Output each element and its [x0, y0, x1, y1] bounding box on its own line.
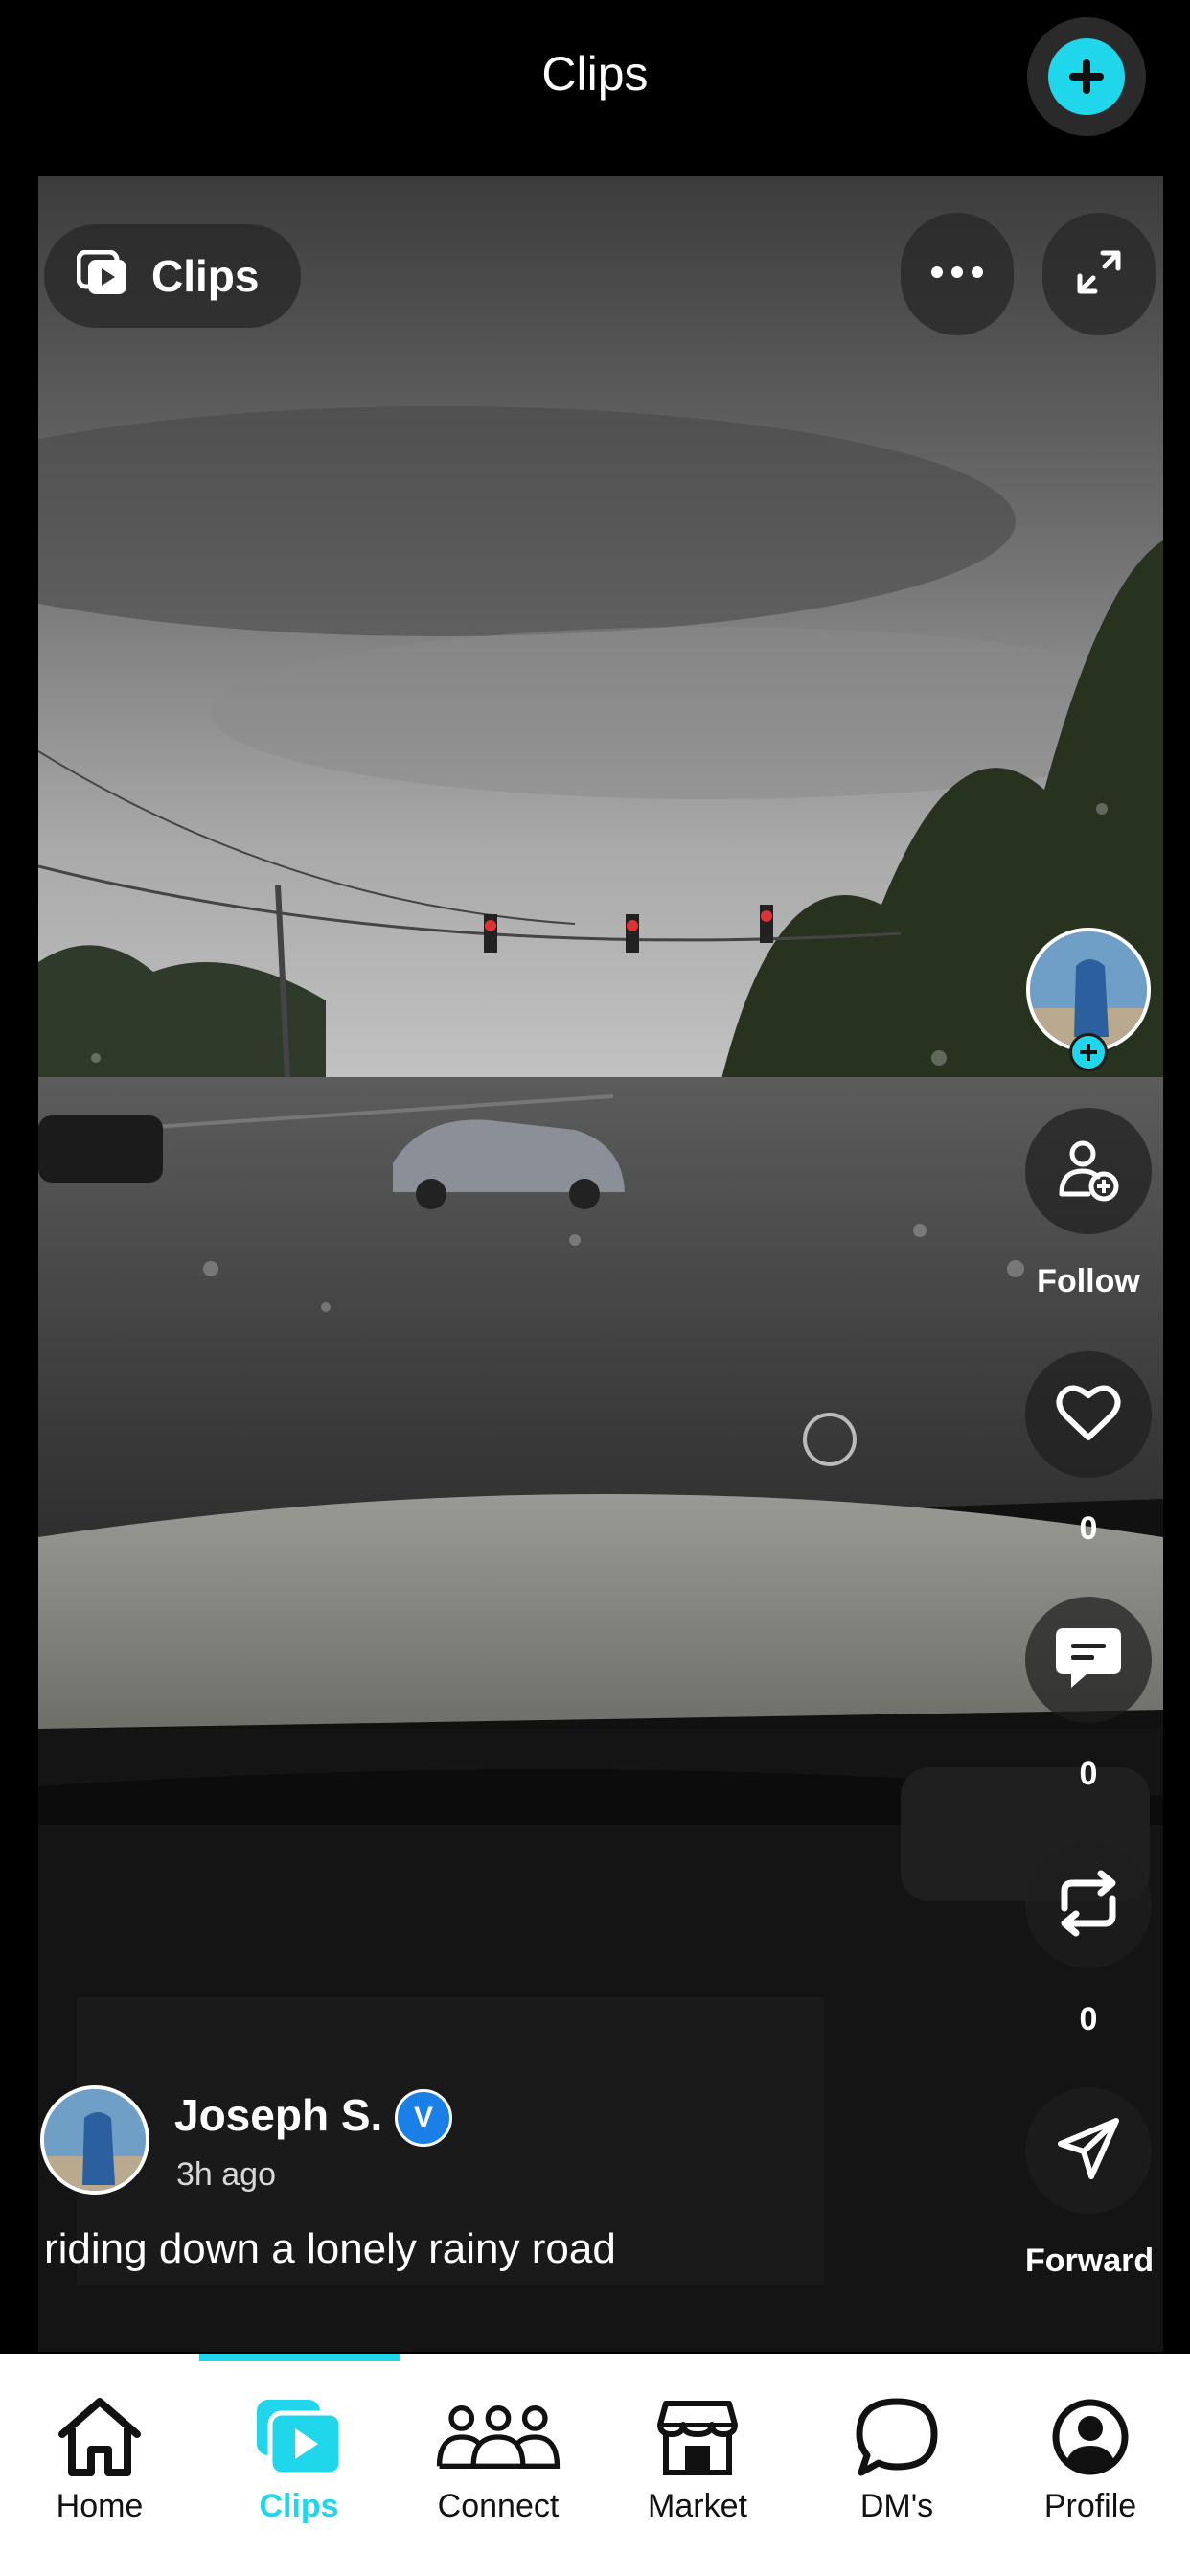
- comment-icon: [1054, 1624, 1123, 1696]
- page-title: Clips: [541, 47, 649, 101]
- follow-label: Follow: [1037, 1263, 1140, 1300]
- post-time: 3h ago: [176, 2156, 276, 2193]
- follow-plus-icon[interactable]: [1069, 1033, 1108, 1071]
- forward-label: Forward: [1025, 2242, 1155, 2279]
- nav-dms[interactable]: DM's: [797, 2392, 996, 2536]
- add-user-icon: [1054, 1135, 1123, 1208]
- chat-bubble-icon: [835, 2392, 959, 2482]
- active-tab-indicator: [199, 2354, 400, 2361]
- create-clip-button[interactable]: [1027, 17, 1146, 136]
- clips-badge: Clips: [44, 224, 301, 328]
- like-button[interactable]: [1025, 1351, 1152, 1478]
- repost-count: 0: [1079, 2001, 1098, 2037]
- heart-icon: [1055, 1382, 1122, 1448]
- more-options-button[interactable]: [901, 213, 1014, 335]
- verified-badge-icon: V: [395, 2089, 452, 2147]
- nav-market-label: Market: [648, 2488, 747, 2524]
- bottom-navigation: Home Clips Connect Market DM's Profile: [0, 2354, 1190, 2576]
- profile-icon: [1028, 2392, 1153, 2482]
- clips-icon: [76, 249, 130, 303]
- nav-dms-label: DM's: [859, 2488, 934, 2524]
- clips-badge-label: Clips: [151, 251, 260, 301]
- comment-count: 0: [1079, 1756, 1098, 1792]
- author-avatar[interactable]: [40, 2085, 149, 2195]
- repost-icon: [1051, 1870, 1126, 1942]
- follow-button[interactable]: [1025, 1108, 1152, 1234]
- expand-icon: [1076, 249, 1122, 300]
- nav-home-label: Home: [56, 2488, 144, 2524]
- nav-connect-label: Connect: [437, 2488, 560, 2524]
- nav-home[interactable]: Home: [0, 2392, 199, 2536]
- author-name[interactable]: Joseph S.: [174, 2089, 382, 2141]
- forward-button[interactable]: [1025, 2087, 1152, 2214]
- comment-button[interactable]: [1025, 1597, 1152, 1723]
- plus-circle-icon: [1048, 38, 1125, 115]
- more-horizontal-icon: [930, 265, 984, 284]
- clips-icon: [237, 2392, 361, 2482]
- home-icon: [37, 2392, 162, 2482]
- nav-clips[interactable]: Clips: [199, 2392, 399, 2536]
- clip-video[interactable]: Clips Follow 0 0 0 Forward Joseph S. V 3…: [38, 176, 1163, 2352]
- like-count: 0: [1079, 1510, 1098, 1547]
- nav-market[interactable]: Market: [598, 2392, 797, 2536]
- video-frame: [38, 176, 1163, 2352]
- top-bar: Clips: [0, 0, 1190, 172]
- nav-connect[interactable]: Connect: [399, 2392, 598, 2536]
- expand-button[interactable]: [1042, 213, 1156, 335]
- send-icon: [1055, 2115, 1122, 2187]
- nav-clips-label: Clips: [259, 2488, 339, 2524]
- post-caption: riding down a lonely rainy road: [44, 2225, 616, 2272]
- people-icon: [436, 2392, 561, 2482]
- repost-button[interactable]: [1025, 1842, 1152, 1968]
- nav-profile[interactable]: Profile: [991, 2392, 1190, 2536]
- store-icon: [635, 2392, 760, 2482]
- nav-profile-label: Profile: [1043, 2488, 1137, 2524]
